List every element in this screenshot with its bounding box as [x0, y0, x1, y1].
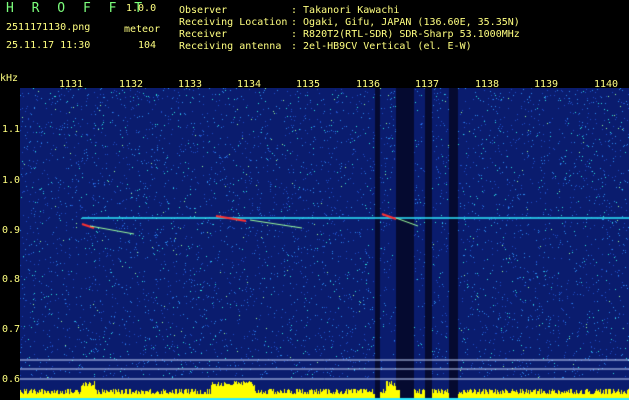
y-tick-label: 0.8 [2, 274, 21, 285]
meta-value-antenna: : 2el-HB9CV Vertical (el. E-W) [291, 41, 472, 52]
meteor-count: 104 [138, 40, 157, 51]
app-version: 1.0.0 [126, 3, 157, 14]
y-tick-label: 0.7 [2, 324, 21, 335]
spectrogram-waterfall [20, 88, 629, 400]
meta-key-receiver: Receiver [179, 29, 228, 40]
y-tick-label: 1.0 [2, 175, 21, 186]
file-name: 2511171130.png [6, 22, 91, 33]
meta-value-receiver: : R820T2(RTL-SDR) SDR-Sharp 53.1000MHz [291, 29, 520, 40]
y-axis-unit: kHz [0, 73, 19, 84]
meta-value-observer: : Takanori Kawachi [291, 5, 400, 16]
meta-value-location: : Ogaki, Gifu, JAPAN (136.60E, 35.35N) [291, 17, 520, 28]
y-tick-label: 0.9 [2, 225, 21, 236]
meta-key-location: Receiving Location [179, 17, 288, 28]
meteor-label: meteor [124, 24, 161, 35]
meta-key-antenna: Receiving antenna [179, 41, 282, 52]
y-tick-label: 1.1 [2, 124, 21, 135]
file-datetime: 25.11.17 11:30 [6, 40, 91, 51]
meta-key-observer: Observer [179, 5, 228, 16]
y-tick-label: 0.6 [2, 374, 21, 385]
